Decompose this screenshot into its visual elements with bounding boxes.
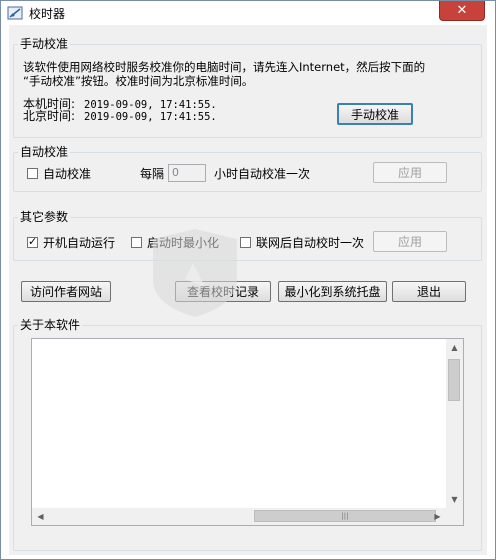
view-log-button[interactable]: 查看校时记录 xyxy=(175,281,271,302)
auto-apply-label: 应用 xyxy=(397,166,422,180)
auto-calibrate-checkbox[interactable] xyxy=(27,168,38,179)
vertical-scrollbar[interactable]: ▲ ▼ xyxy=(446,339,463,508)
scroll-up-icon[interactable]: ▲ xyxy=(446,339,463,356)
vertical-scroll-thumb[interactable] xyxy=(448,359,460,401)
interval-input[interactable]: 0 xyxy=(168,164,206,182)
other-apply-button[interactable]: 应用 xyxy=(373,231,447,252)
start-minimized-checkbox[interactable] xyxy=(131,237,142,248)
minimize-to-tray-label: 最小化到系统托盘 xyxy=(284,285,381,299)
close-button[interactable]: ✕ xyxy=(439,1,485,21)
sync-on-connect-label: 联网后自动校时一次 xyxy=(256,236,365,250)
autostart-checkbox[interactable]: ✓ xyxy=(27,235,38,248)
manual-calibrate-button[interactable]: 手动校准 xyxy=(337,103,413,125)
exit-button[interactable]: 退出 xyxy=(392,281,466,302)
title-bar[interactable]: 校时器 ✕ xyxy=(1,1,495,25)
group-title: 手动校准 xyxy=(18,37,71,51)
scroll-corner xyxy=(446,508,463,525)
minimize-to-tray-button[interactable]: 最小化到系统托盘 xyxy=(278,281,387,302)
description-line-1: 该软件使用网络校时服务校准你的电脑时间，请先连入Internet，然后按下面的 xyxy=(23,60,426,74)
description-line-2: “手动校准”按钮。校准时间为北京标准时间。 xyxy=(23,74,254,88)
group-title: 其它参数 xyxy=(18,210,71,224)
sync-on-connect-checkbox[interactable] xyxy=(240,237,251,248)
beijing-time-value: 2019-09-09, 17:41:55. xyxy=(84,111,217,123)
scroll-down-icon[interactable]: ▼ xyxy=(446,491,463,508)
autostart-label: 开机自动运行 xyxy=(43,236,116,250)
window-title: 校时器 xyxy=(29,7,66,21)
other-apply-label: 应用 xyxy=(397,235,422,249)
interval-label: 每隔 xyxy=(140,167,165,181)
app-window: 校时器 ✕ 手动校准 该软件使用网络校时服务校准你的电脑时间，请先连入Inter… xyxy=(0,0,496,560)
other-params-group: 其它参数 ✓ 开机自动运行 启动时最小化 联网后自动校时一次 应用 xyxy=(13,210,482,261)
scroll-left-icon[interactable]: ◀ xyxy=(32,508,49,525)
auto-apply-button[interactable]: 应用 xyxy=(373,162,447,183)
visit-website-button[interactable]: 访问作者网站 xyxy=(21,281,111,302)
interval-suffix: 小时自动校准一次 xyxy=(214,167,311,181)
app-icon xyxy=(7,6,23,20)
scroll-right-icon[interactable]: ▶ xyxy=(429,508,446,525)
beijing-time-label: 北京时间: xyxy=(23,109,76,123)
about-group: 关于本软件 ▲ ▼ ◀ ||| ▶ xyxy=(13,318,482,551)
exit-label: 退出 xyxy=(416,285,441,299)
view-log-label: 查看校时记录 xyxy=(186,285,259,299)
auto-calibration-group: 自动校准 自动校准 每隔 0 小时自动校准一次 应用 xyxy=(13,145,482,192)
manual-calibrate-button-label: 手动校准 xyxy=(350,107,399,122)
group-title: 关于本软件 xyxy=(18,318,83,332)
close-icon: ✕ xyxy=(456,3,468,18)
check-icon: ✓ xyxy=(28,235,38,248)
auto-calibrate-label: 自动校准 xyxy=(43,167,92,181)
horizontal-scrollbar[interactable]: ◀ ||| ▶ xyxy=(32,508,446,525)
horizontal-scroll-thumb[interactable]: ||| xyxy=(254,510,436,522)
about-text-area[interactable]: ▲ ▼ ◀ ||| ▶ xyxy=(31,338,464,526)
manual-calibration-group: 手动校准 该软件使用网络校时服务校准你的电脑时间，请先连入Internet，然后… xyxy=(13,37,482,138)
group-title: 自动校准 xyxy=(18,145,71,159)
visit-website-label: 访问作者网站 xyxy=(29,285,102,299)
start-minimized-label: 启动时最小化 xyxy=(147,236,220,250)
client-area: 手动校准 该软件使用网络校时服务校准你的电脑时间，请先连入Internet，然后… xyxy=(9,25,487,555)
